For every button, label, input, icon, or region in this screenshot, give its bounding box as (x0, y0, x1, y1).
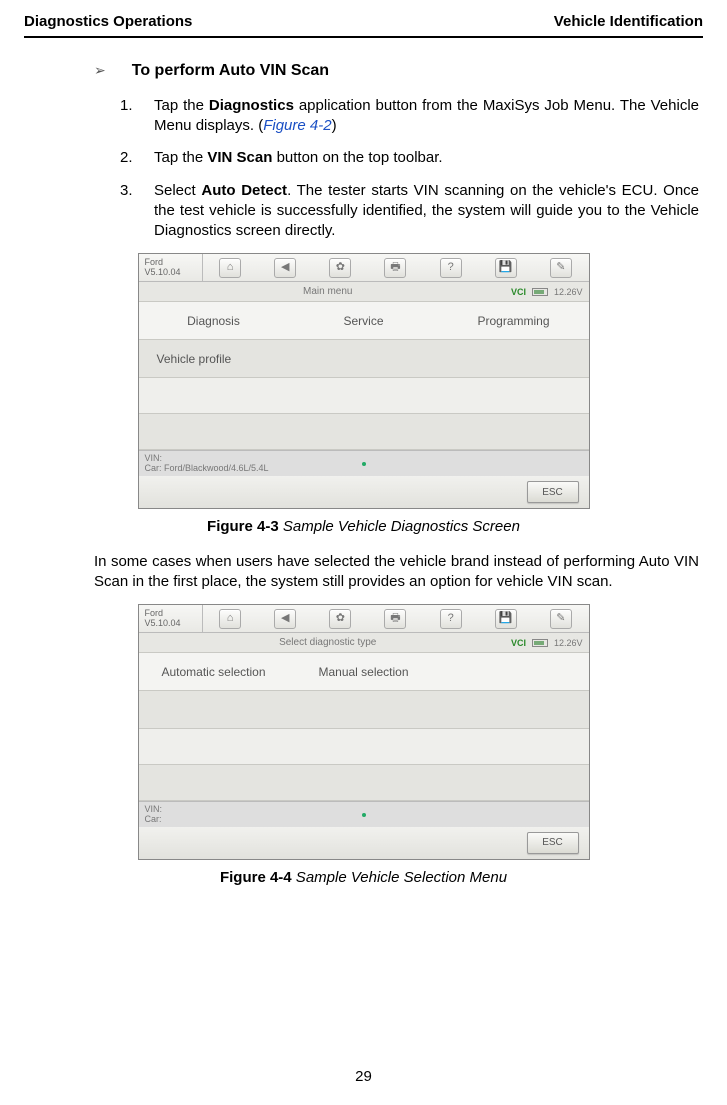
device-bottom-bar: ESC (139, 476, 589, 508)
device-screenshot: Ford V5.10.04 ⌂ ◀ ✿ 🖶 ? 💾 ✎ Main menu VC… (138, 253, 590, 509)
section-title: To perform Auto VIN Scan (132, 60, 329, 82)
empty-row (139, 414, 589, 450)
save-icon[interactable]: 💾 (495, 258, 517, 278)
ordered-steps: 1. Tap the Diagnostics application butto… (120, 96, 699, 242)
header-left: Diagnostics Operations (24, 12, 192, 32)
print-icon[interactable]: 🖶 (384, 609, 406, 629)
menu-automatic-selection[interactable]: Automatic selection (139, 664, 289, 680)
status-dot-icon (362, 462, 366, 466)
figure-4-3-caption: Figure 4-3 Sample Vehicle Diagnostics Sc… (24, 517, 703, 537)
brand-box: Ford V5.10.04 (139, 605, 203, 632)
settings-icon[interactable]: ✿ (329, 609, 351, 629)
device-subbar: Main menu VCI 12.26V (139, 282, 589, 302)
step-2: 2. Tap the VIN Scan button on the top to… (120, 148, 699, 168)
toolbar-icons: ⌂ ◀ ✿ 🖶 ? 💾 ✎ (203, 254, 589, 281)
figure-reference-link[interactable]: Figure 4-2 (263, 117, 331, 134)
print-icon[interactable]: 🖶 (384, 258, 406, 278)
brand-box: Ford V5.10.04 (139, 254, 203, 281)
figure-4-4-caption: Figure 4-4 Sample Vehicle Selection Menu (24, 868, 703, 888)
step-number: 1. (120, 96, 154, 137)
header-right: Vehicle Identification (554, 12, 703, 32)
page-header: Diagnostics Operations Vehicle Identific… (24, 12, 703, 38)
subbar-title: Select diagnostic type (145, 636, 511, 650)
empty-row (139, 729, 589, 765)
chevron-right-icon: ➢ (94, 61, 106, 80)
section-heading: ➢ To perform Auto VIN Scan (94, 60, 703, 82)
figure-4-4: Ford V5.10.04 ⌂ ◀ ✿ 🖶 ? 💾 ✎ Select diagn… (138, 604, 590, 860)
menu-service[interactable]: Service (289, 313, 439, 329)
empty-row (139, 378, 589, 414)
vin-bar: VIN: Car: Ford/Blackwood/4.6L/5.4L (139, 450, 589, 476)
brand-version: V5.10.04 (145, 619, 196, 629)
menu-programming[interactable]: Programming (439, 313, 589, 329)
help-icon[interactable]: ? (440, 609, 462, 629)
page-number: 29 (0, 1067, 727, 1087)
device-bottom-bar: ESC (139, 827, 589, 859)
home-icon[interactable]: ⌂ (219, 258, 241, 278)
step-number: 2. (120, 148, 154, 168)
step-body: Tap the VIN Scan button on the top toolb… (154, 148, 699, 168)
vci-status-icon: VCI (511, 286, 526, 298)
inter-paragraph: In some cases when users have selected t… (94, 552, 699, 593)
step-body: Select Auto Detect. The tester starts VI… (154, 181, 699, 242)
menu-manual-selection[interactable]: Manual selection (289, 664, 439, 680)
step-1: 1. Tap the Diagnostics application butto… (120, 96, 699, 137)
empty-row (139, 691, 589, 729)
help-icon[interactable]: ? (440, 258, 462, 278)
device-subbar: Select diagnostic type VCI 12.26V (139, 633, 589, 653)
status-dot-icon (362, 813, 366, 817)
step-3: 3. Select Auto Detect. The tester starts… (120, 181, 699, 242)
device-toolbar: Ford V5.10.04 ⌂ ◀ ✿ 🖶 ? 💾 ✎ (139, 254, 589, 282)
toolbar-icons: ⌂ ◀ ✿ 🖶 ? 💾 ✎ (203, 605, 589, 632)
menu-vehicle-profile[interactable]: Vehicle profile (139, 351, 301, 367)
device-screenshot: Ford V5.10.04 ⌂ ◀ ✿ 🖶 ? 💾 ✎ Select diagn… (138, 604, 590, 860)
battery-icon (532, 639, 548, 647)
vin-car: Car: (145, 815, 163, 825)
edit-icon[interactable]: ✎ (550, 258, 572, 278)
device-toolbar: Ford V5.10.04 ⌂ ◀ ✿ 🖶 ? 💾 ✎ (139, 605, 589, 633)
settings-icon[interactable]: ✿ (329, 258, 351, 278)
save-icon[interactable]: 💾 (495, 609, 517, 629)
menu-row-2: Vehicle profile (139, 340, 589, 378)
menu-row-1: Automatic selection Manual selection (139, 653, 589, 691)
vci-status-icon: VCI (511, 637, 526, 649)
figure-4-3: Ford V5.10.04 ⌂ ◀ ✿ 🖶 ? 💾 ✎ Main menu VC… (138, 253, 590, 509)
vin-bar: VIN: Car: (139, 801, 589, 827)
brand-version: V5.10.04 (145, 268, 196, 278)
step-body: Tap the Diagnostics application button f… (154, 96, 699, 137)
subbar-title: Main menu (145, 285, 511, 299)
home-icon[interactable]: ⌂ (219, 609, 241, 629)
menu-row-1: Diagnosis Service Programming (139, 302, 589, 340)
esc-button[interactable]: ESC (527, 832, 579, 854)
edit-icon[interactable]: ✎ (550, 609, 572, 629)
battery-icon (532, 288, 548, 296)
empty-row (139, 765, 589, 801)
back-icon[interactable]: ◀ (274, 258, 296, 278)
menu-diagnosis[interactable]: Diagnosis (139, 313, 289, 329)
back-icon[interactable]: ◀ (274, 609, 296, 629)
esc-button[interactable]: ESC (527, 481, 579, 503)
vin-car: Car: Ford/Blackwood/4.6L/5.4L (145, 464, 269, 474)
step-number: 3. (120, 181, 154, 242)
battery-voltage: 12.26V (554, 286, 583, 298)
battery-voltage: 12.26V (554, 637, 583, 649)
